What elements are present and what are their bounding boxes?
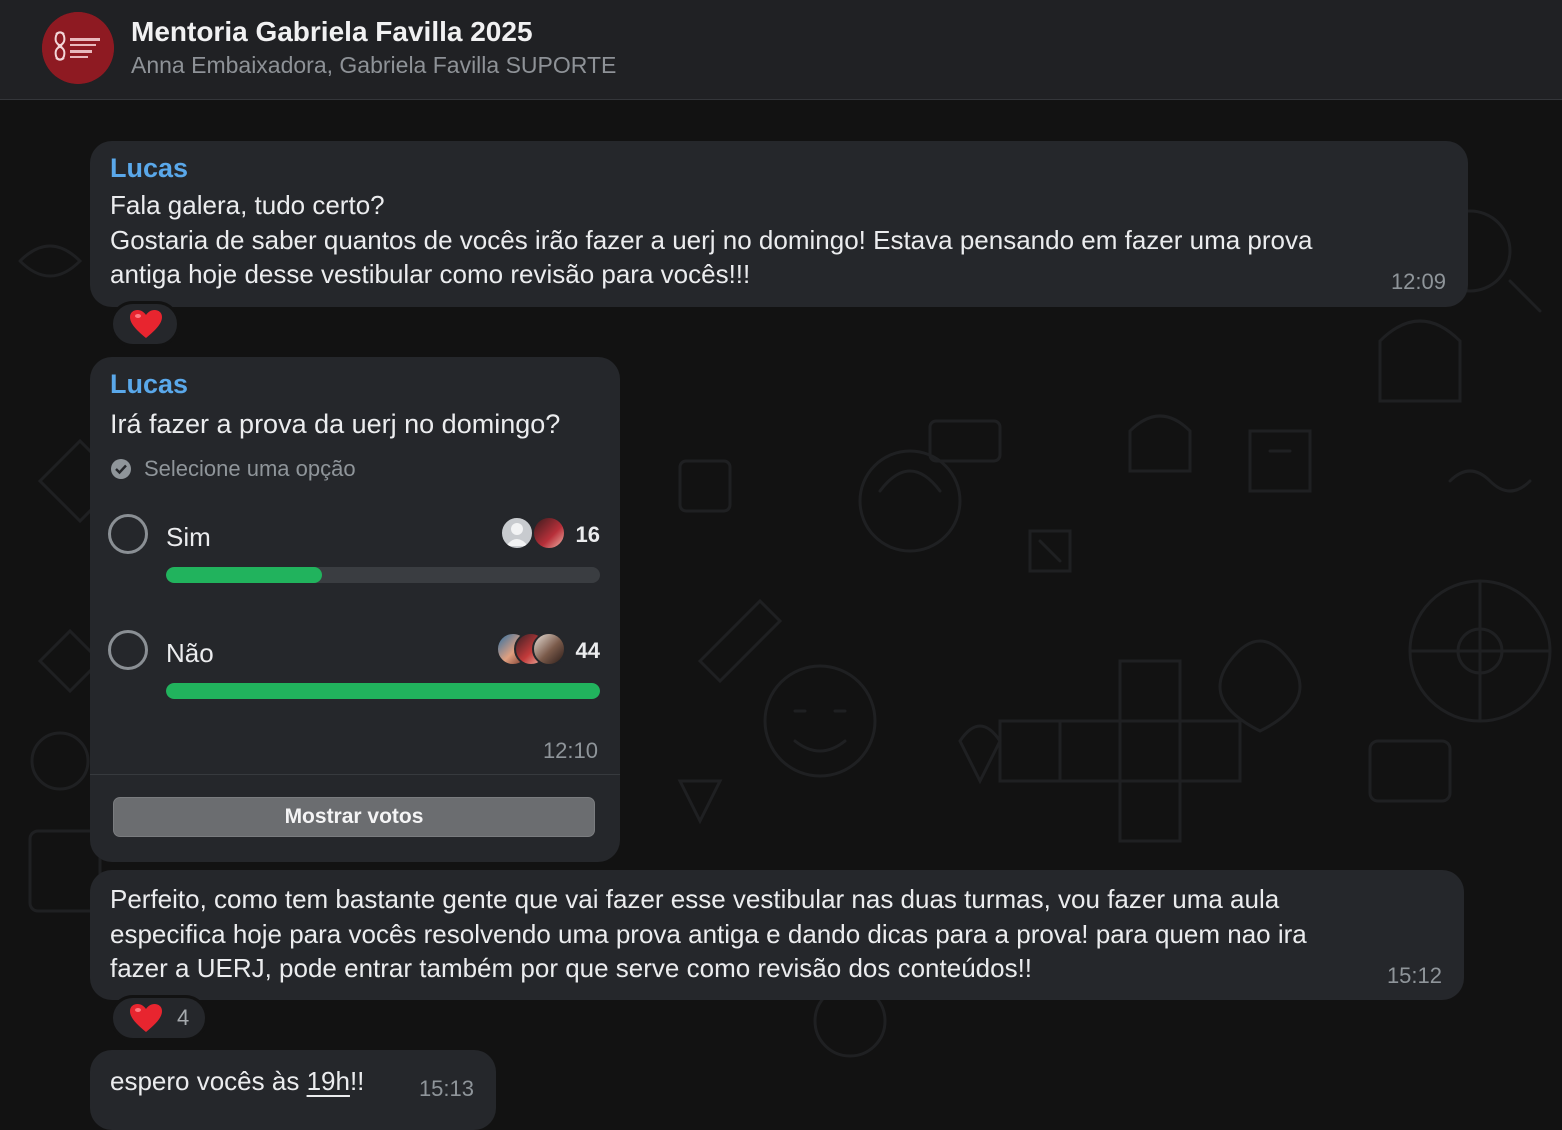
heart-icon [130,1004,162,1032]
poll-option-count: 44 [575,638,600,663]
message-time: 15:13 [418,1076,474,1101]
poll-option-label[interactable]: Não [166,638,214,669]
message-text-line: Gostaria de saber quantos de vocês irão … [110,225,1313,255]
person-icon [506,523,528,546]
poll-option-count: 16 [575,522,600,547]
poll-option-radio-nao[interactable] [108,630,148,670]
group-avatar[interactable] [42,12,114,84]
message-text: espero vocês às 19h!! [110,1064,364,1098]
message-reaction[interactable]: 4 [110,995,208,1041]
message-text-part: !! [349,1066,365,1096]
chat-header[interactable]: Mentoria Gabriela Favilla 2025 Anna Emba… [0,0,1562,100]
message-sender[interactable]: Lucas [110,369,188,400]
message-text-line: especifica hoje para vocês resolvendo um… [110,919,1307,949]
message-bubble[interactable]: Perfeito, como tem bastante gente que va… [90,870,1464,1000]
poll-option-bar [166,567,600,583]
reaction-count: 4 [177,1005,190,1030]
message-bubble[interactable]: Lucas Fala galera, tudo certo? Gostaria … [90,141,1468,307]
time-link[interactable]: 19h [307,1066,350,1096]
heart-icon [130,310,162,338]
message-text-line: Fala galera, tudo certo? [110,190,385,220]
message-bubble[interactable]: espero vocês às 19h!! 15:13 [90,1050,496,1130]
chat-title[interactable]: Mentoria Gabriela Favilla 2025 [131,16,533,48]
message-text-part: espero vocês às [110,1066,307,1096]
check-circle-icon [111,459,131,479]
poll-divider [90,774,620,775]
poll-option-radio-sim[interactable] [108,514,148,554]
message-text-line: fazer a UERJ, pode entrar também por que… [110,953,1033,983]
show-votes-button[interactable]: Mostrar votos [113,797,595,837]
voter-avatar-photo [532,516,566,550]
poll-bubble[interactable]: Lucas Irá fazer a prova da uerj no domin… [90,357,620,862]
message-time: 12:10 [542,738,598,763]
message-sender[interactable]: Lucas [110,153,188,184]
message-text-line: Perfeito, como tem bastante gente que va… [110,884,1280,914]
poll-hint-text: Selecione uma opção [144,456,356,481]
voter-avatar-default [500,516,534,550]
message-reaction[interactable] [110,301,180,347]
message-text-line: antiga hoje desse vestibular como revisã… [110,259,751,289]
poll-question: Irá fazer a prova da uerj no domingo? [110,409,561,439]
poll-option-bar-fill [166,683,600,699]
voter-avatar-photo [532,632,566,666]
poll-hint: Selecione uma opção [110,456,356,482]
message-time: 12:09 [1390,269,1446,294]
chat-participants: Anna Embaixadora, Gabriela Favilla SUPOR… [131,52,617,78]
poll-option-bar [166,683,600,699]
gabriela-favilla-logo-icon [42,12,114,84]
poll-option-label[interactable]: Sim [166,522,211,553]
message-time: 15:12 [1386,963,1442,988]
poll-option-bar-fill [166,567,323,583]
